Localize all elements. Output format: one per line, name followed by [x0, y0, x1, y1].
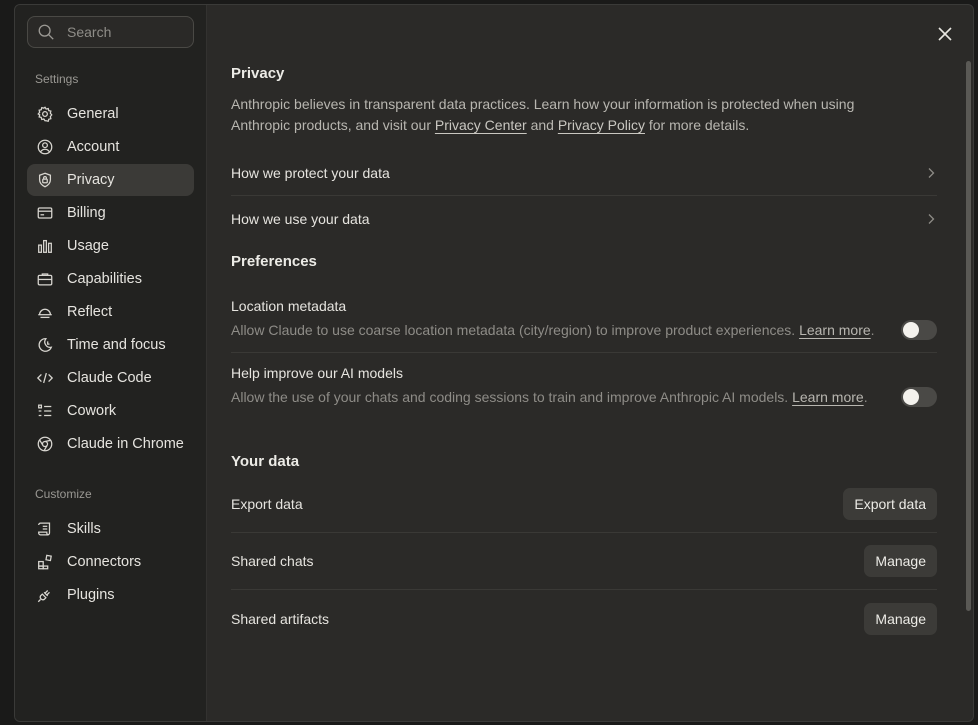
sidebar-item-label: Account	[67, 139, 120, 155]
help-improve-models-toggle[interactable]	[901, 387, 937, 407]
learn-more-link[interactable]: Learn more	[792, 389, 864, 405]
row-label: How we use your data	[231, 210, 370, 227]
blocks-icon	[36, 553, 54, 571]
search-icon	[38, 24, 54, 40]
sidebar-item-claude-code[interactable]: Claude Code	[27, 362, 194, 394]
sidebar-item-label: Cowork	[67, 403, 117, 419]
row-label: Shared artifacts	[231, 610, 330, 627]
user-circle-icon	[36, 138, 54, 156]
sidebar-item-label: Claude Code	[67, 370, 152, 386]
setting-title: Help improve our AI models	[231, 365, 403, 381]
plug-icon	[36, 586, 54, 604]
sidebar-item-label: Reflect	[67, 304, 113, 320]
manage-shared-chats-button[interactable]: Manage	[864, 545, 937, 577]
learn-more-link[interactable]: Learn more	[799, 322, 871, 338]
search-placeholder: Search	[67, 24, 112, 40]
preferences-heading: Preferences	[231, 253, 317, 270]
export-data-row: Export data Export data	[231, 476, 937, 533]
scroll-icon	[36, 520, 54, 538]
shared-artifacts-row: Shared artifacts Manage	[231, 590, 937, 647]
sidebar-item-connectors[interactable]: Connectors	[27, 546, 194, 578]
sidebar-item-label: Claude in Chrome	[67, 436, 184, 452]
sidebar-item-capabilities[interactable]: Capabilities	[27, 263, 194, 295]
sidebar-item-label: General	[67, 106, 119, 122]
sidebar-item-label: Usage	[67, 238, 109, 254]
sidebar-item-label: Capabilities	[67, 271, 142, 287]
help-improve-models-setting: Help improve our AI models Allow the use…	[231, 353, 937, 419]
privacy-policy-link[interactable]: Privacy Policy	[558, 117, 645, 133]
settings-section-label: Settings	[35, 72, 79, 86]
sidebar-item-label: Privacy	[67, 172, 115, 188]
how-we-protect-row[interactable]: How we protect your data	[231, 151, 937, 196]
sidebar-item-account[interactable]: Account	[27, 131, 194, 163]
sidebar-item-cowork[interactable]: Cowork	[27, 395, 194, 427]
sidebar-item-label: Plugins	[67, 587, 115, 603]
how-we-use-row[interactable]: How we use your data	[231, 196, 937, 241]
chevron-right-icon	[928, 168, 935, 178]
customize-section-label: Customize	[35, 487, 92, 501]
moon-clock-icon	[36, 336, 54, 354]
manage-shared-artifacts-button[interactable]: Manage	[864, 602, 937, 635]
sidebar-item-plugins[interactable]: Plugins	[27, 579, 194, 611]
scrollbar[interactable]	[966, 61, 971, 611]
sidebar: Search Settings General Account Privacy …	[15, 5, 207, 721]
sidebar-item-usage[interactable]: Usage	[27, 230, 194, 262]
sidebar-item-label: Connectors	[67, 554, 142, 570]
row-label: How we protect your data	[231, 165, 390, 181]
sidebar-item-time-and-focus[interactable]: Time and focus	[27, 329, 194, 361]
row-label: Shared chats	[231, 553, 314, 569]
location-metadata-setting: Location metadata Allow Claude to use co…	[231, 286, 937, 353]
gear-icon	[36, 105, 54, 123]
search-input[interactable]: Search	[27, 16, 194, 48]
sidebar-item-reflect[interactable]: Reflect	[27, 296, 194, 328]
setting-title: Location metadata	[231, 298, 347, 314]
briefcase-icon	[36, 270, 54, 288]
chevron-right-icon	[928, 213, 935, 224]
shared-chats-row: Shared chats Manage	[231, 533, 937, 590]
shield-lock-icon	[36, 171, 54, 189]
settings-content: Privacy Anthropic believes in transparen…	[207, 5, 973, 721]
privacy-intro: Anthropic believes in transparent data p…	[231, 96, 855, 133]
setting-description: Allow Claude to use coarse location meta…	[231, 322, 875, 338]
sidebar-item-label: Skills	[67, 521, 101, 537]
checklist-icon	[36, 402, 54, 420]
close-icon	[938, 27, 952, 41]
privacy-center-link[interactable]: Privacy Center	[435, 117, 527, 133]
sidebar-item-billing[interactable]: Billing	[27, 197, 194, 229]
export-data-button[interactable]: Export data	[843, 488, 937, 520]
row-label: Export data	[231, 496, 303, 512]
credit-card-icon	[36, 204, 54, 222]
bar-chart-icon	[36, 237, 54, 255]
sidebar-item-privacy[interactable]: Privacy	[27, 164, 194, 196]
sidebar-item-label: Time and focus	[67, 337, 166, 353]
sidebar-item-skills[interactable]: Skills	[27, 513, 194, 545]
sidebar-item-general[interactable]: General	[27, 98, 194, 130]
sidebar-item-label: Billing	[67, 205, 106, 221]
sidebar-item-claude-in-chrome[interactable]: Claude in Chrome	[27, 428, 194, 460]
bell-dome-icon	[36, 303, 54, 321]
settings-window: Search Settings General Account Privacy …	[14, 4, 974, 722]
your-data-heading: Your data	[231, 453, 300, 470]
location-metadata-toggle[interactable]	[901, 320, 937, 340]
globe-icon	[36, 435, 54, 453]
close-button[interactable]	[933, 22, 957, 46]
privacy-heading: Privacy	[231, 65, 285, 82]
setting-description: Allow the use of your chats and coding s…	[231, 389, 868, 405]
code-icon	[36, 369, 54, 387]
